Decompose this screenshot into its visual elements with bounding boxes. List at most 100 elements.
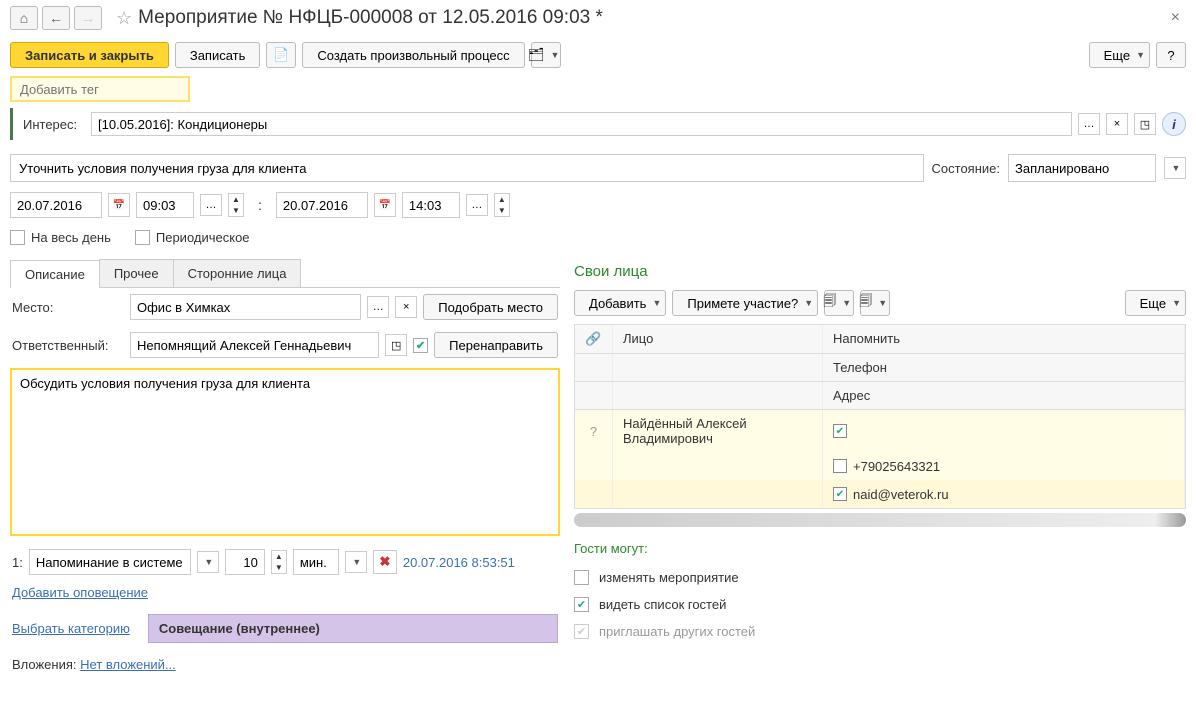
tab-other[interactable]: Прочее	[99, 259, 174, 287]
place-label: Место:	[12, 300, 124, 315]
remind-checkbox[interactable]: ✔	[833, 424, 847, 438]
template-dropdown-button[interactable]: 🗂▼	[531, 42, 561, 68]
interest-open-button[interactable]: ◳	[1134, 113, 1156, 135]
category-badge: Совещание (внутреннее)	[148, 614, 558, 643]
interest-clear-button[interactable]: ×	[1106, 113, 1128, 135]
reminder-unit-dropdown[interactable]: ▼	[345, 551, 367, 573]
periodic-option[interactable]: Периодическое	[135, 230, 250, 245]
reminder-time: 20.07.2016 8:53:51	[403, 555, 515, 570]
col-status-icon: 🔗	[575, 325, 613, 353]
horizontal-scrollbar[interactable]	[574, 513, 1186, 527]
create-process-button[interactable]: Создать произвольный процесс	[302, 42, 524, 68]
guest-modify-checkbox[interactable]	[574, 570, 589, 585]
row-remind-cell: ✔	[823, 410, 1185, 452]
table-row[interactable]: ? Найдённый Алексей Владимирович ✔	[575, 410, 1185, 452]
persons-more-button[interactable]: Еще▼	[1125, 290, 1186, 316]
reminder-delete-button[interactable]: ✖	[373, 550, 397, 574]
favorite-star-icon[interactable]: ☆	[116, 8, 132, 29]
end-time-spinner[interactable]: ▲▼	[494, 193, 510, 217]
category-row: Выбрать категорию Совещание (внутреннее)	[10, 606, 560, 651]
attachments-link[interactable]: Нет вложений...	[80, 657, 176, 672]
interest-input[interactable]	[91, 112, 1072, 136]
state-label: Состояние:	[932, 161, 1000, 176]
start-time-ellipsis[interactable]: …	[200, 194, 222, 216]
add-notification-link[interactable]: Добавить оповещение	[12, 585, 148, 600]
start-date-input[interactable]	[10, 192, 102, 218]
end-date-calendar-icon[interactable]: 📅	[374, 193, 396, 217]
forward-button[interactable]: Перенаправить	[434, 332, 558, 358]
own-persons-title: Свои лица	[574, 259, 1186, 290]
reminder-type-select[interactable]	[29, 549, 191, 575]
allday-checkbox[interactable]	[10, 230, 25, 245]
place-input[interactable]	[130, 294, 361, 320]
row-phone: +79025643321	[853, 459, 940, 474]
add-person-button[interactable]: Добавить▼	[574, 290, 666, 316]
persons-action2-button[interactable]: 🗐▼	[860, 290, 890, 316]
guest-opt-modify[interactable]: изменять мероприятие	[574, 564, 1186, 591]
subject-input[interactable]	[10, 154, 924, 182]
row-email-cell: ✔ naid@veterok.ru	[823, 480, 1185, 508]
end-time-input[interactable]	[402, 192, 460, 218]
col-person[interactable]: Лицо	[613, 325, 823, 353]
options-row: На весь день Периодическое	[0, 222, 1196, 253]
info-icon[interactable]: i	[1162, 112, 1186, 136]
tab-description[interactable]: Описание	[10, 260, 100, 288]
place-clear-button[interactable]: ×	[395, 296, 417, 318]
row-email: naid@veterok.ru	[853, 487, 949, 502]
col-address[interactable]: Адрес	[823, 382, 1185, 409]
save-button[interactable]: Записать	[175, 42, 261, 68]
phone-checkbox[interactable]	[833, 459, 847, 473]
forward-button[interactable]: →	[74, 6, 102, 30]
attend-button[interactable]: Примете участие?▼	[672, 290, 818, 316]
table-subheader-address: Адрес	[575, 382, 1185, 410]
pick-place-button[interactable]: Подобрать место	[423, 294, 558, 320]
reminder-type-dropdown[interactable]: ▼	[197, 551, 219, 573]
reminder-num-spinner[interactable]: ▲▼	[271, 550, 287, 574]
allday-option[interactable]: На весь день	[10, 230, 111, 245]
email-checkbox[interactable]: ✔	[833, 487, 847, 501]
end-date-input[interactable]	[276, 192, 368, 218]
start-time-input[interactable]	[136, 192, 194, 218]
responsible-row: Ответственный: ◳ ✔ Перенаправить	[10, 326, 560, 364]
end-time-ellipsis[interactable]: …	[466, 194, 488, 216]
guest-opt-seelist[interactable]: ✔ видеть список гостей	[574, 591, 1186, 618]
persons-action1-button[interactable]: 🗐▼	[824, 290, 854, 316]
help-button[interactable]: ?	[1156, 42, 1186, 68]
state-select[interactable]	[1008, 154, 1156, 182]
reminder-unit-select[interactable]	[293, 549, 339, 575]
state-dropdown-button[interactable]: ▼	[1164, 157, 1186, 179]
close-icon[interactable]: ×	[1165, 9, 1186, 27]
date-row: 📅 … ▲▼ : 📅 … ▲▼	[0, 188, 1196, 222]
col-phone[interactable]: Телефон	[823, 354, 1185, 381]
persons-table: 🔗 Лицо Напомнить Телефон Адрес ? Найдённ…	[574, 324, 1186, 509]
persons-toolbar: Добавить▼ Примете участие?▼ 🗐▼ 🗐▼ Еще▼	[574, 290, 1186, 324]
place-ellipsis-button[interactable]: …	[367, 296, 389, 318]
start-date-calendar-icon[interactable]: 📅	[108, 193, 130, 217]
description-textarea[interactable]: Обсудить условия получения груза для кли…	[10, 368, 560, 536]
save-and-close-button[interactable]: Записать и закрыть	[10, 42, 169, 68]
table-row-phone[interactable]: +79025643321	[575, 452, 1185, 480]
guest-opt-invite: ✔ приглашать других гостей	[574, 618, 1186, 645]
row-person-name: Найдённый Алексей Владимирович	[613, 410, 823, 452]
interest-ellipsis-button[interactable]: …	[1078, 113, 1100, 135]
home-button[interactable]: ⌂	[10, 6, 38, 30]
back-button[interactable]: ←	[42, 6, 70, 30]
start-time-spinner[interactable]: ▲▼	[228, 193, 244, 217]
add-tag-input[interactable]	[10, 76, 190, 102]
reminder-num-input[interactable]	[225, 549, 265, 575]
allday-label: На весь день	[31, 230, 111, 245]
pick-category-link[interactable]: Выбрать категорию	[12, 621, 130, 636]
guest-invite-checkbox: ✔	[574, 624, 589, 639]
more-button[interactable]: Еще▼	[1089, 42, 1150, 68]
responsible-open-button[interactable]: ◳	[385, 334, 407, 356]
row-phone-cell: +79025643321	[823, 452, 1185, 480]
col-remind[interactable]: Напомнить	[823, 325, 1185, 353]
responsible-input[interactable]	[130, 332, 379, 358]
document-icon-button[interactable]: 📄	[266, 42, 296, 68]
window-title: Мероприятие № НФЦБ-000008 от 12.05.2016 …	[138, 7, 603, 29]
periodic-checkbox[interactable]	[135, 230, 150, 245]
responsible-label: Ответственный:	[12, 338, 124, 353]
tab-external[interactable]: Сторонние лица	[173, 259, 302, 287]
guest-seelist-checkbox[interactable]: ✔	[574, 597, 589, 612]
table-row-email[interactable]: ✔ naid@veterok.ru	[575, 480, 1185, 508]
